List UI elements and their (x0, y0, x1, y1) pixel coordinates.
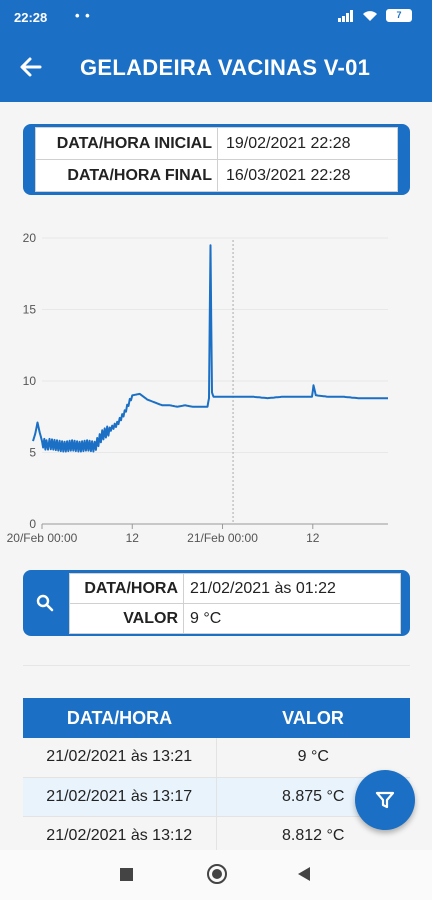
battery-icon: 7 (386, 9, 412, 22)
y-tick-label: 0 (29, 517, 36, 531)
system-nav-bar (0, 850, 432, 900)
filter-button[interactable] (355, 770, 415, 830)
arrow-left-icon (20, 57, 42, 77)
system-back-button[interactable] (298, 867, 310, 881)
x-tick-label: 12 (126, 531, 140, 545)
chart-svg[interactable]: 0 5 10 15 20 20/Feb 00:00 12 21/Feb 00:00 12 (0, 215, 432, 555)
date-range-card[interactable]: DATA/HORA INICIAL 19/02/2021 22:28 DATA/… (23, 124, 410, 195)
selected-point-card: DATA/HORA 21/02/2021 às 01:22 VALOR 9 °C (23, 570, 410, 636)
range-end-label: DATA/HORA FINAL (35, 159, 218, 192)
filter-icon (375, 791, 395, 809)
table-row[interactable]: 21/02/2021 às 13:17 8.875 °C (23, 777, 410, 817)
range-row-start[interactable]: DATA/HORA INICIAL 19/02/2021 22:28 (35, 127, 398, 160)
column-header-date[interactable]: DATA/HORA (23, 698, 216, 738)
divider (23, 665, 410, 666)
y-tick-label: 10 (23, 374, 37, 388)
y-tick-label: 15 (23, 303, 37, 317)
row-date: 21/02/2021 às 13:17 (23, 777, 217, 817)
notification-dots: • • (75, 8, 91, 23)
readings-table: DATA/HORA VALOR 21/02/2021 às 13:21 9 °C… (23, 698, 410, 856)
app-bar: GELADEIRA VACINAS V-01 (0, 36, 432, 102)
x-tick-label: 12 (306, 531, 320, 545)
selected-point-table: DATA/HORA 21/02/2021 às 01:22 VALOR 9 °C (69, 573, 401, 634)
table-header: DATA/HORA VALOR (23, 698, 410, 738)
page-title: GELADEIRA VACINAS V-01 (80, 55, 371, 80)
selected-date-label: DATA/HORA (69, 573, 184, 604)
search-icon (36, 594, 54, 612)
home-button[interactable] (207, 864, 227, 884)
signal-icon (338, 9, 353, 22)
selected-date-value: 21/02/2021 às 01:22 (183, 573, 401, 604)
range-start-value: 19/02/2021 22:28 (217, 127, 398, 160)
y-tick-label: 5 (29, 446, 36, 460)
y-tick-label: 20 (23, 231, 37, 245)
selected-value-value: 9 °C (183, 603, 401, 634)
status-icons: 7 (338, 9, 412, 22)
column-header-value[interactable]: VALOR (216, 698, 410, 738)
temperature-series-line (32, 244, 388, 453)
back-button[interactable] (18, 54, 48, 84)
temperature-chart[interactable]: 0 5 10 15 20 20/Feb 00:00 12 21/Feb 00:00 12 (0, 215, 432, 555)
search-button[interactable] (23, 570, 67, 636)
range-end-value: 16/03/2021 22:28 (217, 159, 398, 192)
selected-value-label: VALOR (69, 603, 184, 634)
status-time: 22:28 (14, 10, 48, 25)
recents-button[interactable] (120, 868, 133, 881)
x-tick-label: 21/Feb 00:00 (187, 531, 258, 545)
x-tick-label: 20/Feb 00:00 (7, 531, 78, 545)
status-bar: 22:28 • • 7 (0, 0, 432, 36)
date-range-table: DATA/HORA INICIAL 19/02/2021 22:28 DATA/… (35, 127, 398, 192)
wifi-icon (363, 10, 377, 21)
table-row[interactable]: 21/02/2021 às 13:21 9 °C (23, 738, 410, 778)
range-start-label: DATA/HORA INICIAL (35, 127, 218, 160)
row-date: 21/02/2021 às 13:21 (23, 738, 217, 778)
range-row-end[interactable]: DATA/HORA FINAL 16/03/2021 22:28 (35, 159, 398, 192)
